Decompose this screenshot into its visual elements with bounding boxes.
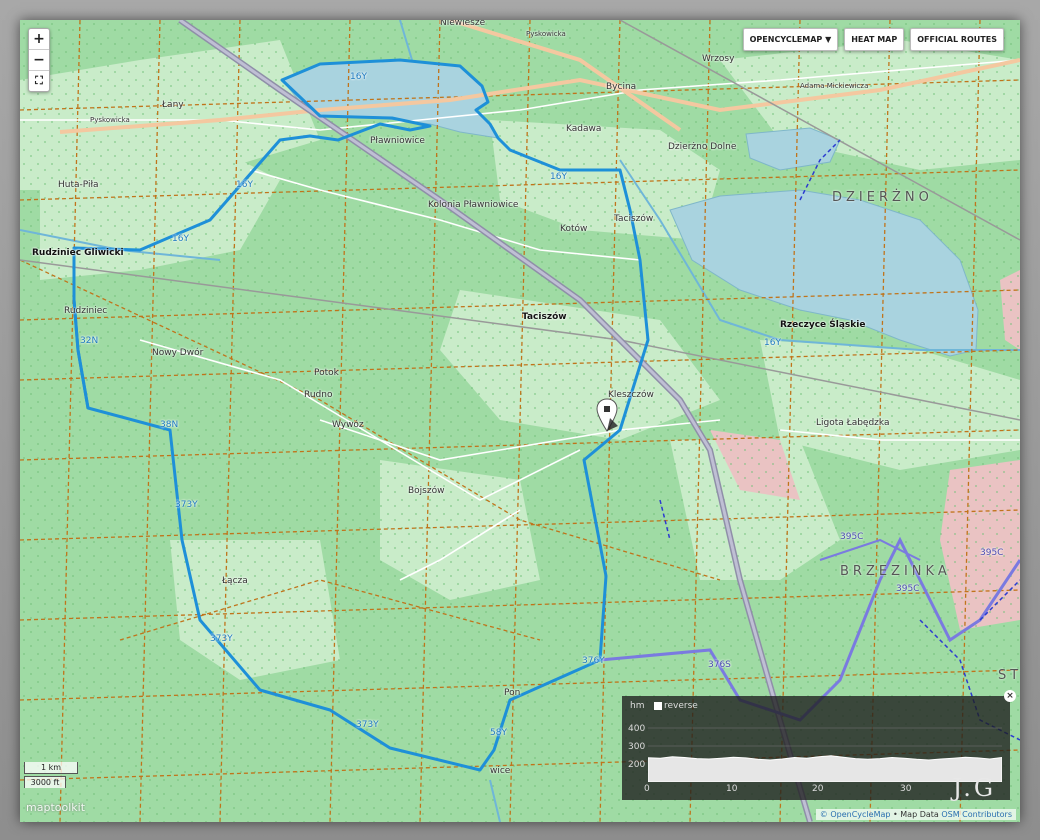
place-label: Nowy Dwór [152, 348, 204, 358]
place-label: Kotów [560, 224, 588, 234]
route-label: 58Y [490, 728, 507, 738]
fullscreen-icon[interactable]: ⛶ [29, 71, 49, 91]
route-label: 16Y [550, 172, 567, 182]
map-canvas[interactable]: 16Y 16Y 16Y 16Y 16Y 32N 38N 373Y 373Y 37… [20, 20, 1020, 822]
place-label: Dzierżno Dolne [668, 142, 737, 152]
route-label: 32N [80, 336, 99, 346]
place-label: Niewiesze [440, 20, 486, 28]
zoom-in-button[interactable]: + [29, 29, 49, 50]
x-tick-label: 20 [812, 784, 824, 794]
district-label: DZIERŻNO [832, 190, 933, 205]
place-label: Bojszów [408, 486, 445, 496]
place-label: Potok [314, 368, 339, 378]
map-frame: 16Y 16Y 16Y 16Y 16Y 32N 38N 373Y 373Y 37… [0, 0, 1040, 840]
route-label: 395C [980, 548, 1004, 558]
place-label: Taciszów [614, 214, 654, 224]
place-label: Bycina [606, 82, 637, 92]
x-tick-label: 10 [726, 784, 738, 794]
brand-logo: maptoolkit [26, 801, 86, 814]
place-label: Huta-Piła [58, 180, 99, 190]
place-label: Taciszów [522, 312, 567, 322]
place-label: Łany [162, 100, 184, 110]
elevation-unit: hm [630, 701, 645, 711]
signature: J.G [952, 774, 996, 802]
y-tick-label: 400 [628, 724, 646, 734]
map-toolbar: OPENCYCLEMAP ▼ HEAT MAP OFFICIAL ROUTES [742, 28, 1004, 51]
district-label: BRZEZINKA [840, 564, 951, 579]
scale-km: 1 km [24, 762, 78, 774]
place-label: Wywóz [332, 420, 364, 430]
elevation-chart[interactable] [648, 720, 1002, 782]
route-label: 16Y [764, 338, 781, 348]
reverse-checkbox[interactable]: reverse [654, 701, 698, 711]
attribution: © OpenCycleMap • Map Data OSM Contributo… [815, 809, 1016, 820]
route-label: 395C [896, 584, 920, 594]
zoom-control: + − ⛶ [28, 28, 50, 92]
scale-bar: 1 km 3000 ft [24, 762, 78, 790]
y-tick-label: 200 [628, 760, 646, 770]
route-label: 373Y [356, 720, 379, 730]
route-label: 16Y [172, 234, 189, 244]
place-label: Kolonia Pławniowice [428, 200, 519, 210]
route-label: 38N [160, 420, 179, 430]
place-label: Kadawa [566, 124, 602, 134]
route-label: 376S [708, 660, 731, 670]
road-label: Pyskowicka [90, 116, 130, 124]
place-label: Rudziniec [64, 306, 108, 316]
place-label: Ligota Łabędzka [816, 418, 890, 428]
district-label: ST [998, 668, 1020, 683]
route-label: 373Y [175, 500, 198, 510]
route-label: 376Y [582, 656, 605, 666]
zoom-out-button[interactable]: − [29, 50, 49, 71]
route-label: 395C [840, 532, 864, 542]
attribution-data: • Map Data [893, 810, 939, 819]
y-tick-label: 300 [628, 742, 646, 752]
route-label: 373Y [210, 634, 233, 644]
place-label: Pon [504, 688, 521, 698]
elevation-area [648, 755, 1002, 782]
place-label: Wrzosy [702, 54, 735, 64]
checkbox-icon[interactable] [654, 702, 662, 710]
x-tick-label: 0 [644, 784, 650, 794]
official-routes-button[interactable]: OFFICIAL ROUTES [910, 28, 1004, 51]
place-label: Rudziniec Gliwicki [32, 248, 124, 258]
close-icon[interactable]: × [1004, 690, 1016, 702]
x-tick-label: 30 [900, 784, 912, 794]
place-label: Łącza [222, 576, 248, 586]
road-label: Pyskowicka [526, 30, 566, 38]
place-label: Rudno [304, 390, 333, 400]
heat-map-button[interactable]: HEAT MAP [844, 28, 905, 51]
road-label: Adama Mickiewicza [800, 82, 869, 90]
scale-ft: 3000 ft [24, 776, 66, 788]
place-label: wice [490, 766, 511, 776]
route-label: 16Y [236, 180, 253, 190]
place-label: Rzeczyce Śląskie [780, 320, 866, 330]
route-label: 16Y [350, 72, 367, 82]
elevation-profile-panel: × hm reverse 400 300 200 0 10 20 30 J.G [622, 690, 1016, 802]
layer-select-button[interactable]: OPENCYCLEMAP ▼ [742, 28, 839, 51]
reverse-label: reverse [664, 701, 698, 711]
attribution-ocm-link[interactable]: © OpenCycleMap [820, 810, 891, 819]
start-marker-icon[interactable] [596, 398, 618, 432]
place-label: Pławniowice [370, 136, 425, 146]
attribution-osm-link[interactable]: OSM Contributors [941, 810, 1012, 819]
